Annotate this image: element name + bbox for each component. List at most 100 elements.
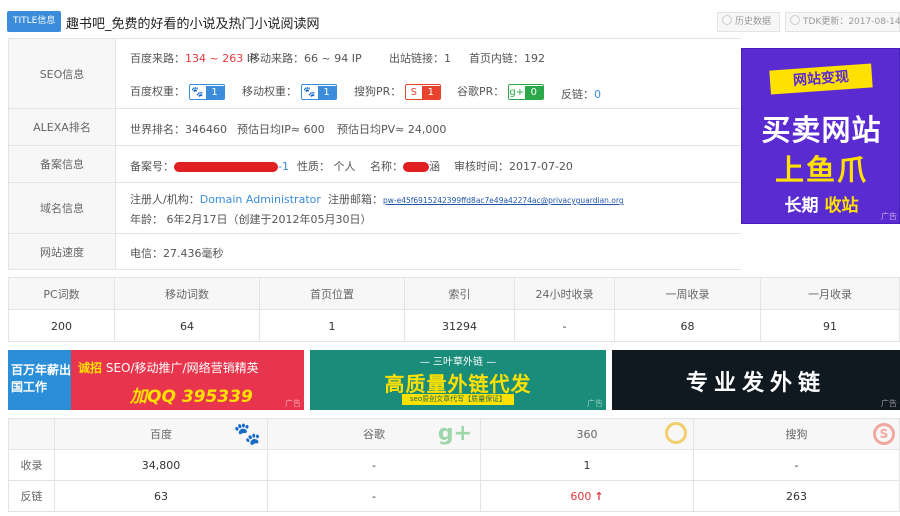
banner-recruit-line: 诚招 SEO/移动推广/网络营销精英 xyxy=(78,361,259,375)
registrant[interactable]: 注册人/机构：Domain Administrator xyxy=(130,191,321,207)
recruit-ad-banner[interactable]: 百万年薪出国工作 诚招 SEO/移动推广/网络营销精英 加QQ 395339 广… xyxy=(8,350,304,410)
icp-row: 备案信息 备案号： -1 性质： 个人 名称：涵 审核时间：2017-07-20 xyxy=(8,146,741,183)
title-badge: TITLE信息 xyxy=(7,11,62,32)
banner-sub-text: seo原创文章代写【质量保证】 xyxy=(402,394,514,405)
google-plus-icon: g+ xyxy=(508,86,525,99)
domain-label: 域名信息 xyxy=(9,183,116,233)
engine-header-google: 谷歌 g+ xyxy=(268,419,481,450)
speed-label: 网站速度 xyxy=(9,234,116,269)
stats-header: 首页位置 xyxy=(260,278,405,310)
backlinks-value[interactable]: 0 xyxy=(594,88,601,101)
site-info-table: SEO信息 百度来路：134 ~ 263 IP 移动来路：66 ~ 94 IP … xyxy=(8,38,741,270)
stats-value: 68 xyxy=(615,310,761,342)
engine-cell[interactable]: 263 xyxy=(694,481,899,511)
stats-header: PC词数 xyxy=(9,278,115,310)
engine-cell: - xyxy=(268,481,481,511)
sogou-pr[interactable]: 搜狗PR： S1 xyxy=(354,83,441,100)
outlink-ad-banner[interactable]: 专业发外链 广告 xyxy=(612,350,900,410)
paw-icon: 🐾 xyxy=(189,86,206,99)
stats-value[interactable]: 64 xyxy=(115,310,260,342)
mobile-weight-badge[interactable]: 🐾 1 xyxy=(300,84,337,100)
arrow-up-icon: ↑ xyxy=(594,489,604,503)
engine-cell[interactable]: 63 xyxy=(55,481,268,511)
speed-value: 电信：27.436毫秒 xyxy=(130,247,224,260)
tdk-update-label: TDK更新：2017-08-14 xyxy=(803,17,900,27)
google-pr[interactable]: 谷歌PR： g+ 0 xyxy=(457,83,544,100)
speed-row: 网站速度 电信：27.436毫秒 xyxy=(8,234,741,270)
registrant-email[interactable]: 注册邮箱：pw-e45f6915242399ffd8ac7e49a42274ac… xyxy=(328,191,624,207)
google-pr-badge[interactable]: g+ 0 xyxy=(507,84,544,100)
engine-cell-360-backlinks[interactable]: 600 ↑ xyxy=(481,481,694,511)
stats-value: 1 xyxy=(260,310,405,342)
banner-main-text: 高质量外链代发 xyxy=(384,372,532,396)
banner-top-text: — 三叶草外链 — xyxy=(419,357,497,368)
keyword-stats-table: PC词数 移动词数 首页位置 索引 24小时收录 一周收录 一月收录 200 6… xyxy=(8,277,900,342)
banner-qq-line: 加QQ 395339 xyxy=(130,387,253,407)
paw-icon: 🐾 xyxy=(233,422,261,447)
engine-cell[interactable]: 1 xyxy=(481,450,694,481)
stats-header: 一周收录 xyxy=(615,278,761,310)
paw-icon: 🐾 xyxy=(301,86,318,99)
engine-header-baidu: 百度 🐾 xyxy=(55,419,268,450)
ad-label: 广告 xyxy=(881,212,897,221)
stats-header: 移动词数 xyxy=(115,278,260,310)
refresh-icon xyxy=(790,15,800,25)
google-plus-icon: g+ xyxy=(437,421,472,446)
stats-header: 24小时收录 xyxy=(515,278,615,310)
mobile-source: 移动来路：66 ~ 94 IP xyxy=(249,52,362,65)
mobile-source-value: 66 ~ 94 IP xyxy=(304,52,362,65)
stats-value: 31294 xyxy=(405,310,515,342)
stats-value: 91 xyxy=(823,319,837,333)
history-data-button[interactable]: 历史数据 xyxy=(717,12,780,32)
baidu-source: 百度来路：134 ~ 263 IP xyxy=(130,52,257,65)
daily-pv: 预估日均PV≈ 24,000 xyxy=(337,123,447,136)
ad-line-1: 买卖网站 xyxy=(761,113,882,147)
seo-row: SEO信息 百度来路：134 ~ 263 IP 移动来路：66 ~ 94 IP … xyxy=(8,39,741,109)
stats-header: 一月收录 xyxy=(761,278,899,310)
side-ad-banner[interactable]: 网站变现 买卖网站 上鱼爪 长期 收站 广告 xyxy=(741,48,900,224)
ad-line-2: 上鱼爪 xyxy=(774,153,868,187)
mobile-weight[interactable]: 移动权重： 🐾 1 xyxy=(242,83,337,100)
engine-cell: - xyxy=(694,450,899,481)
backlinks[interactable]: 反链：0 xyxy=(561,86,601,102)
world-rank: 世界排名：346460 xyxy=(130,123,227,136)
email-link[interactable]: pw-e45f6915242399ffd8ac7e49a42274ac@priv… xyxy=(383,196,624,205)
banner-main-text: 专业发外链 xyxy=(685,371,826,396)
icp-label: 备案信息 xyxy=(9,146,116,182)
registrant-link[interactable]: Domain Administrator xyxy=(200,193,321,206)
stats-value: 200 xyxy=(9,310,115,342)
home-inlinks: 首页内链：192 xyxy=(469,52,545,65)
domain-row: 域名信息 注册人/机构：Domain Administrator 注册邮箱：pw… xyxy=(8,183,741,234)
sogou-icon: S xyxy=(405,86,422,99)
ad-label: 广告 xyxy=(587,399,603,408)
stats-value: - xyxy=(515,310,615,342)
seo-label: SEO信息 xyxy=(9,39,116,108)
engine-corner-cell xyxy=(9,419,55,450)
ad-label: 广告 xyxy=(881,399,897,408)
tdk-update-button[interactable]: TDK更新：2017-08-14 xyxy=(785,12,900,32)
ad-line-3: 长期 收站 xyxy=(784,196,859,216)
banner-left-text: 百万年薪出国工作 xyxy=(8,350,71,410)
search-engine-table: 百度 🐾 谷歌 g+ 360 搜狗 S 收录 34,800 - 1 - 反链 6… xyxy=(8,418,900,512)
engine-row-label: 反链 xyxy=(9,481,55,511)
engine-header-360: 360 xyxy=(481,419,694,450)
baidu-weight-badge[interactable]: 🐾 1 xyxy=(188,84,225,100)
icp-number: 备案号： -1 xyxy=(130,160,289,173)
backlink-ad-banner[interactable]: — 三叶草外链 — 高质量外链代发 seo原创文章代写【质量保证】 广告 xyxy=(310,350,606,410)
icp-review-time: 审核时间：2017-07-20 xyxy=(454,160,573,173)
alexa-label: ALEXA排名 xyxy=(9,109,116,145)
alexa-row: ALEXA排名 世界排名：346460 预估日均IP≈ 600 预估日均PV≈ … xyxy=(8,109,741,146)
engine-row-label: 收录 xyxy=(9,450,55,481)
engine-cell: - xyxy=(268,450,481,481)
engine-header-sogou: 搜狗 S xyxy=(694,419,899,450)
page-title: 趣书吧_免费的好看的小说及热门小说阅读网 xyxy=(66,17,320,32)
icp-name: 名称：涵 xyxy=(370,160,440,173)
baidu-source-value: 134 ~ 263 xyxy=(185,52,244,65)
outlinks: 出站链接：1 xyxy=(389,52,451,65)
history-data-label: 历史数据 xyxy=(735,17,772,27)
engine-cell[interactable]: 34,800 xyxy=(55,450,268,481)
ad-tag-label: 网站变现 xyxy=(769,63,873,95)
redaction-mark xyxy=(403,162,429,172)
sogou-pr-badge[interactable]: S1 xyxy=(404,84,441,100)
baidu-weight[interactable]: 百度权重： 🐾 1 xyxy=(130,83,225,100)
